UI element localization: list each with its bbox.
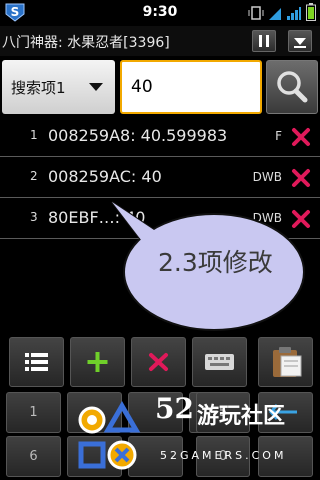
status-icons [248, 3, 316, 21]
search-button[interactable] [266, 60, 318, 114]
status-bar: S 9:30 [0, 0, 320, 25]
result-type: DWB [252, 211, 282, 225]
pause-icon [259, 35, 269, 47]
search-row: 搜索项1 [0, 57, 320, 117]
result-value: 008259A8: 40.599983 [48, 126, 228, 145]
pause-button[interactable] [252, 30, 276, 52]
result-type: F [275, 129, 282, 143]
callout-text: 2.3项修改 [158, 248, 273, 277]
result-index: 3 [30, 210, 38, 224]
wifi-icon [269, 8, 281, 20]
keypad-key-1[interactable]: 1 [6, 392, 61, 433]
result-index: 2 [30, 169, 38, 183]
result-type: DWB [252, 170, 282, 184]
plus-icon [87, 352, 108, 372]
chevron-down-icon [294, 38, 306, 48]
signal-icon [287, 7, 301, 20]
vibrate-icon [248, 6, 264, 20]
watermark-number: 52 [155, 392, 194, 425]
search-type-label: 搜索项1 [11, 79, 66, 97]
result-value: 008259AC: 40 [48, 167, 162, 186]
page-title: 八门神器: 水果忍者[3396] [2, 35, 170, 51]
result-row[interactable]: 2 008259AC: 40 DWB [0, 158, 320, 198]
result-row[interactable]: 3 80EBF…: 40 DWB [0, 199, 320, 239]
search-input[interactable] [120, 60, 262, 114]
delete-icon[interactable] [290, 208, 312, 230]
add-button[interactable] [70, 337, 125, 387]
watermark-url: 52GAMERS.COM [160, 449, 287, 462]
clipboard-icon [273, 347, 302, 377]
result-index: 1 [30, 128, 38, 142]
list-button[interactable] [9, 337, 64, 387]
search-type-select[interactable]: 搜索项1 [2, 60, 115, 114]
keyboard-icon [205, 354, 234, 370]
delete-icon[interactable] [290, 126, 312, 148]
clipboard-button[interactable] [258, 337, 313, 387]
collapse-button[interactable] [288, 30, 312, 52]
watermark-logo [78, 401, 141, 470]
dropdown-arrow-icon [89, 83, 103, 91]
watermark-name: 游玩社区 [197, 404, 286, 429]
list-icon [25, 353, 48, 371]
keyboard-button[interactable] [192, 337, 247, 387]
keypad-key-6[interactable]: 6 [6, 436, 61, 477]
close-icon [149, 353, 168, 371]
battery-icon [306, 3, 316, 21]
result-value: 80EBF…: 40 [48, 208, 146, 227]
title-bar: 八门神器: 水果忍者[3396] [0, 26, 320, 56]
delete-all-button[interactable] [131, 337, 186, 387]
search-icon [277, 71, 308, 103]
result-row[interactable]: 1 008259A8: 40.599983 F [0, 117, 320, 157]
watermark: 52 游玩社区 52GAMERS.COM [78, 392, 320, 480]
delete-icon[interactable] [290, 167, 312, 189]
